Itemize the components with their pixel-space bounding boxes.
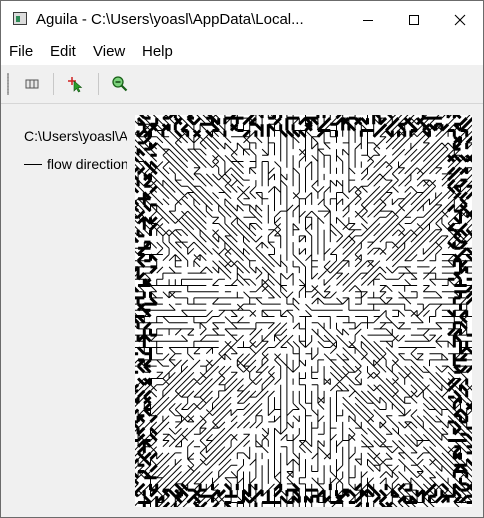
flow-direction-map[interactable] xyxy=(135,115,472,507)
menu-edit[interactable]: Edit xyxy=(50,43,76,61)
columns-icon xyxy=(25,79,39,89)
window-title: Aguila - C:\Users\yoasl\AppData\Local... xyxy=(36,11,304,28)
close-button[interactable] xyxy=(437,1,483,38)
title-bar[interactable]: Aguila - C:\Users\yoasl\AppData\Local... xyxy=(1,1,483,38)
close-icon xyxy=(454,14,466,25)
toolbar-separator xyxy=(98,73,99,95)
menu-help[interactable]: Help xyxy=(142,43,173,61)
legend-layer-name: flow direction xyxy=(47,156,127,172)
legend-line-swatch xyxy=(24,163,42,165)
toolbar-grip[interactable] xyxy=(7,73,9,95)
zoom-out-icon xyxy=(112,76,128,92)
toolbar-separator xyxy=(53,73,54,95)
menu-view[interactable]: View xyxy=(93,43,125,61)
minimize-button[interactable] xyxy=(345,1,391,38)
aguila-window: Aguila - C:\Users\yoasl\AppData\Local...… xyxy=(0,0,484,518)
menu-bar: File Edit View Help xyxy=(1,38,483,65)
map-background xyxy=(135,115,472,507)
maximize-icon xyxy=(409,14,419,25)
cursor-button[interactable] xyxy=(63,72,87,96)
app-icon xyxy=(13,12,27,25)
menu-file[interactable]: File xyxy=(9,43,33,61)
crosshair-cursor-icon xyxy=(68,77,83,93)
toolbar xyxy=(1,65,483,104)
maximize-button[interactable] xyxy=(391,1,437,38)
columns-button[interactable] xyxy=(20,72,44,96)
legend-flow-direction: flow direction xyxy=(24,155,127,173)
minimize-icon xyxy=(363,19,373,21)
zoom-out-button[interactable] xyxy=(108,72,132,96)
legend-file-path: C:\Users\yoasl\AppData\Local xyxy=(24,128,127,144)
